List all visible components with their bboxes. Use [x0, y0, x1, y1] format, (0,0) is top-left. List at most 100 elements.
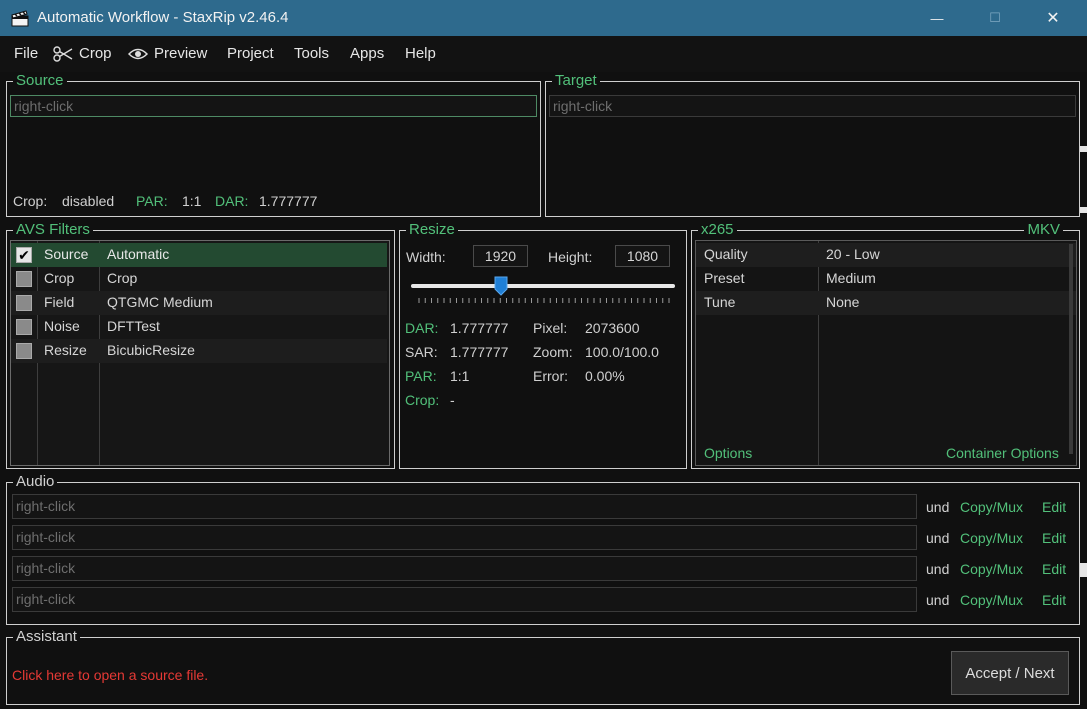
source-file-input[interactable]: right-click [10, 95, 537, 117]
filter-name: QTGMC Medium [107, 294, 213, 310]
pixel-label: Pixel: [533, 320, 568, 336]
height-input[interactable]: 1080 [615, 245, 670, 267]
filter-checkbox-source[interactable]: ✔ [16, 247, 32, 263]
encoder-value: Medium [826, 270, 876, 286]
source-dar-value: 1.777777 [259, 193, 318, 209]
maximize-button[interactable]: ☐ [966, 0, 1024, 36]
width-label: Width: [406, 249, 446, 265]
filter-row-noise[interactable]: Noise DFTTest [11, 315, 387, 339]
encoder-scrollbar[interactable] [1069, 244, 1073, 454]
assistant-group-label: Assistant [13, 629, 80, 645]
resize-sar-value: 1.777777 [450, 344, 509, 360]
audio-language[interactable]: und [926, 592, 949, 608]
audio-track-input[interactable]: right-click [12, 494, 917, 519]
menu-preview-label: Preview [154, 45, 208, 62]
encoder-settings-grid[interactable]: Quality 20 - Low Preset Medium Tune None… [695, 240, 1077, 466]
height-label: Height: [548, 249, 593, 265]
source-par-label: PAR: [136, 193, 168, 209]
scissors-icon [53, 45, 73, 62]
audio-edit-link[interactable]: Edit [1042, 499, 1066, 515]
filter-category: Crop [44, 270, 75, 286]
audio-codec-link[interactable]: Copy/Mux [960, 530, 1023, 546]
menu-file-label: File [14, 45, 39, 62]
container-options-link[interactable]: Container Options [946, 445, 1059, 461]
encoder-row-quality[interactable]: Quality 20 - Low [696, 243, 1076, 267]
audio-track-input[interactable]: right-click [12, 556, 917, 581]
pixel-value: 2073600 [585, 320, 640, 336]
target-group-label: Target [552, 73, 600, 89]
menu-crop[interactable]: Crop [53, 45, 112, 62]
window-title: Automatic Workflow - StaxRip v2.46.4 [37, 9, 289, 26]
filter-checkbox-noise[interactable] [16, 319, 32, 335]
filter-list[interactable]: ✔ Source Automatic Crop Crop Field QTGMC… [10, 240, 390, 466]
clapperboard-icon [11, 10, 29, 27]
filter-checkbox-crop[interactable] [16, 271, 32, 287]
filter-name: Crop [107, 270, 138, 286]
resize-dar-value: 1.777777 [450, 320, 509, 336]
filter-category: Noise [44, 318, 80, 334]
resize-slider-track[interactable] [411, 284, 675, 288]
resize-sar-label: SAR: [405, 344, 438, 360]
container-label[interactable]: MKV [1024, 222, 1063, 238]
close-button[interactable]: ✕ [1024, 0, 1082, 36]
encoder-key: Tune [704, 294, 736, 310]
menu-help[interactable]: Help [405, 45, 436, 62]
resize-par-value: 1:1 [450, 368, 470, 384]
filter-checkbox-field[interactable] [16, 295, 32, 311]
background-edge [1080, 563, 1087, 577]
audio-track-input[interactable]: right-click [12, 587, 917, 612]
audio-edit-link[interactable]: Edit [1042, 561, 1066, 577]
resize-crop-value: - [450, 392, 455, 408]
audio-language[interactable]: und [926, 499, 949, 515]
source-crop-value: disabled [62, 193, 115, 209]
menu-project[interactable]: Project [227, 45, 274, 62]
filter-name: DFTTest [107, 318, 160, 334]
filter-row-source[interactable]: ✔ Source Automatic [11, 243, 387, 267]
audio-group-label: Audio [13, 474, 58, 490]
assistant-message[interactable]: Click here to open a source file. [12, 667, 208, 683]
filter-row-resize[interactable]: Resize BicubicResize [11, 339, 387, 363]
filter-checkbox-resize[interactable] [16, 343, 32, 359]
audio-language[interactable]: und [926, 530, 949, 546]
filter-name: Automatic [107, 246, 170, 262]
encoder-row-tune[interactable]: Tune None [696, 291, 1076, 315]
encoder-row-preset[interactable]: Preset Medium [696, 267, 1076, 291]
minimize-icon: — [930, 10, 944, 26]
title-bar: Automatic Workflow - StaxRip v2.46.4 — ☐… [0, 0, 1087, 36]
audio-codec-link[interactable]: Copy/Mux [960, 561, 1023, 577]
close-icon: ✕ [1046, 10, 1060, 27]
audio-language[interactable]: und [926, 561, 949, 577]
encoder-key: Quality [704, 246, 748, 262]
audio-edit-link[interactable]: Edit [1042, 530, 1066, 546]
filter-category: Resize [44, 342, 87, 358]
source-crop-label: Crop: [13, 193, 48, 209]
menu-apps-label: Apps [350, 45, 385, 62]
resize-slider-thumb[interactable] [494, 276, 508, 296]
accept-next-button[interactable]: Accept / Next [951, 651, 1069, 695]
zoom-label: Zoom: [533, 344, 573, 360]
source-par-value: 1:1 [182, 193, 202, 209]
source-dar-label: DAR: [215, 193, 249, 209]
menu-bar: File Crop Preview Project Tools Apps Hel… [0, 36, 1087, 72]
encoder-options-link[interactable]: Options [704, 445, 752, 461]
resize-par-label: PAR: [405, 368, 437, 384]
menu-tools-label: Tools [294, 45, 330, 62]
avs-filters-label: AVS Filters [13, 222, 93, 238]
audio-edit-link[interactable]: Edit [1042, 592, 1066, 608]
background-edge [1080, 207, 1087, 213]
audio-codec-link[interactable]: Copy/Mux [960, 499, 1023, 515]
resize-crop-label: Crop: [405, 392, 440, 408]
width-input[interactable]: 1920 [473, 245, 528, 267]
menu-apps[interactable]: Apps [350, 45, 384, 62]
audio-track-input[interactable]: right-click [12, 525, 917, 550]
menu-tools[interactable]: Tools [294, 45, 329, 62]
encoder-label[interactable]: x265 [698, 222, 737, 238]
filter-row-crop[interactable]: Crop Crop [11, 267, 387, 291]
minimize-button[interactable]: — [908, 0, 966, 36]
filter-row-field[interactable]: Field QTGMC Medium [11, 291, 387, 315]
audio-codec-link[interactable]: Copy/Mux [960, 592, 1023, 608]
menu-preview[interactable]: Preview [128, 45, 207, 62]
menu-project-label: Project [227, 45, 274, 62]
menu-file[interactable]: File [14, 45, 38, 62]
target-file-input[interactable]: right-click [549, 95, 1076, 117]
